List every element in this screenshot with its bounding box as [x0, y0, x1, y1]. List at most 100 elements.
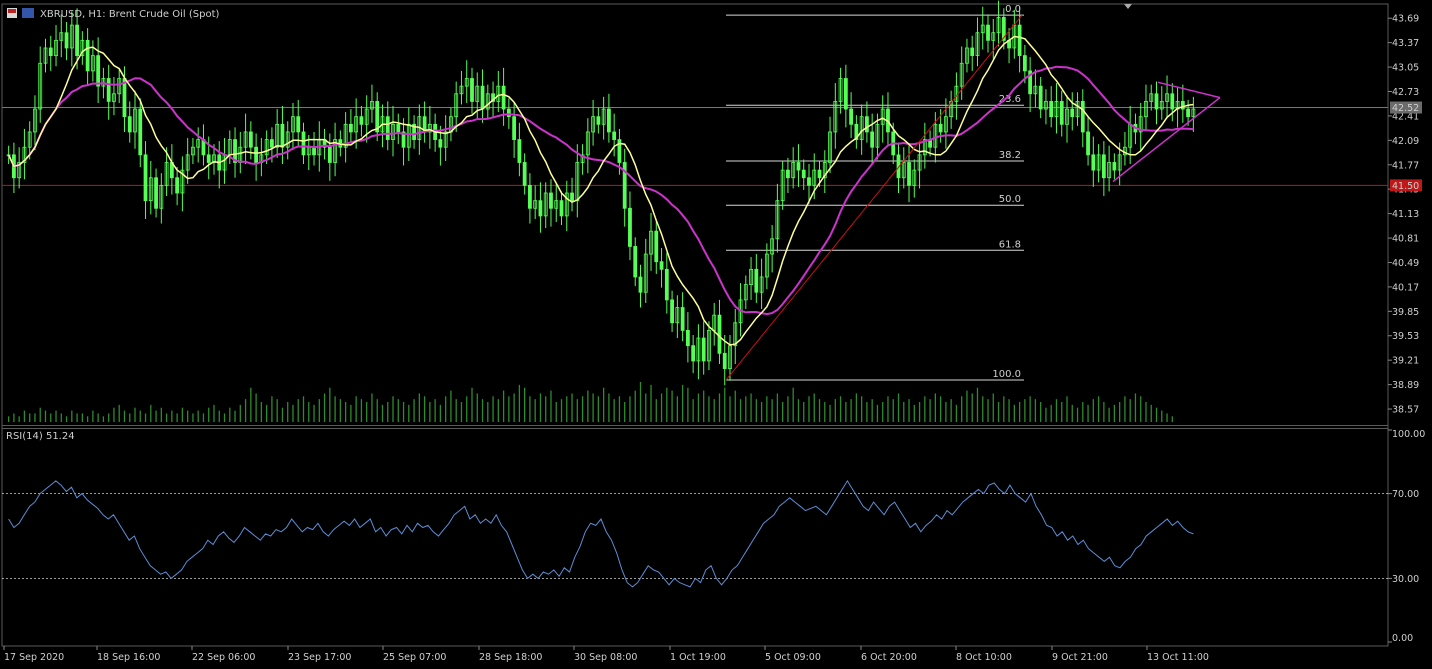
- time-tick-label: 1 Oct 19:00: [670, 652, 726, 663]
- candle-body: [754, 268, 759, 293]
- candle-body: [248, 131, 253, 148]
- candle-body: [907, 162, 911, 186]
- candle-body: [517, 139, 522, 163]
- candle-body: [396, 123, 401, 133]
- candle-body: [359, 116, 364, 125]
- price-candles: [6, 0, 1196, 386]
- candle-body: [1059, 101, 1064, 125]
- support-price-label: 41.50: [1392, 181, 1419, 192]
- time-tick-label: 13 Oct 11:00: [1147, 652, 1209, 663]
- price-axis[interactable]: 43.6943.3743.0542.7342.4142.0941.7741.45…: [1388, 14, 1425, 644]
- candle-body: [685, 330, 690, 347]
- candle-body: [522, 162, 527, 186]
- candle-body: [970, 47, 975, 57]
- candle-body: [506, 108, 511, 118]
- time-tick-label: 8 Oct 10:00: [956, 652, 1012, 663]
- candle-body: [1038, 85, 1043, 110]
- rsi-panel: [2, 479, 1388, 588]
- candle-body: [680, 307, 685, 331]
- candle-body: [849, 108, 854, 125]
- candle-body: [48, 47, 53, 57]
- candle-body: [206, 154, 211, 163]
- candle-body: [501, 85, 506, 110]
- candle-body: [254, 146, 259, 163]
- candle-body: [986, 24, 990, 41]
- candle-body: [280, 123, 285, 148]
- time-tick-label: 18 Sep 16:00: [97, 652, 160, 663]
- candle-body: [606, 108, 611, 133]
- candle-body: [138, 108, 143, 156]
- price-tick-label: 40.81: [1392, 234, 1419, 245]
- time-tick-label: 28 Sep 18:00: [479, 652, 542, 663]
- fib-level-label: 38.2: [999, 150, 1021, 161]
- rsi-tick-label: 30.00: [1392, 574, 1419, 585]
- chart-canvas[interactable]: 0.023.638.250.061.8100.0 43.6943.3743.05…: [0, 0, 1432, 666]
- price-tick-label: 43.05: [1392, 63, 1419, 74]
- candle-body: [1086, 131, 1090, 156]
- candle-body: [1070, 108, 1075, 118]
- candle-body: [659, 261, 664, 270]
- price-tick-label: 40.17: [1392, 282, 1419, 293]
- price-tick-label: 39.85: [1392, 307, 1419, 318]
- trading-chart-window[interactable]: 0.0 23.6 38.2 50.0 61.8 100.0 43.69 43.37 43.05…: [0, 0, 1432, 666]
- price-tick-label: 40.49: [1392, 258, 1419, 269]
- time-tick-label: 30 Sep 08:00: [574, 652, 637, 663]
- candle-body: [796, 162, 801, 171]
- volume-bars: [7, 382, 1173, 422]
- candle-body: [438, 139, 443, 148]
- price-tick-label: 38.89: [1392, 380, 1419, 391]
- candle-body: [633, 246, 638, 278]
- candle-body: [717, 314, 722, 354]
- fib-level-label: 0.0: [1005, 4, 1021, 15]
- time-axis[interactable]: 17 Sep 2020 18 Sep 16:00 22 Sep 06:00 23 Se…: [3, 646, 1209, 663]
- flag-icon: [8, 9, 16, 13]
- candle-body: [96, 55, 101, 87]
- candle-body: [1154, 93, 1159, 110]
- price-tick-label: 43.37: [1392, 38, 1419, 49]
- candle-body: [512, 116, 517, 140]
- drawn-objects[interactable]: [725, 14, 1221, 381]
- candle-body: [301, 131, 306, 156]
- price-tick-label: 41.13: [1392, 209, 1419, 220]
- flag-icon-alt: [22, 8, 34, 18]
- candle-body: [865, 116, 869, 133]
- candle-body: [106, 78, 111, 102]
- candle-body: [470, 78, 474, 102]
- price-tick-label: 42.73: [1392, 87, 1419, 98]
- candle-body: [1112, 162, 1117, 171]
- rsi-line: [8, 479, 1194, 588]
- candle-body: [670, 299, 674, 324]
- price-tick-label: 39.53: [1392, 331, 1419, 342]
- candle-body: [549, 192, 553, 209]
- candle-body: [1186, 108, 1191, 118]
- candle-body: [122, 78, 127, 118]
- candle-body: [559, 200, 564, 217]
- rsi-tick-label: 100.00: [1392, 429, 1425, 440]
- candle-body: [348, 123, 353, 133]
- candle-body: [664, 268, 669, 301]
- fib-level-label: 61.8: [999, 239, 1021, 250]
- time-tick-label: 17 Sep 2020: [4, 652, 64, 663]
- shift-marker-icon[interactable]: [1124, 4, 1132, 9]
- candle-body: [270, 139, 274, 148]
- candle-body: [654, 230, 659, 263]
- price-tick-label: 39.21: [1392, 356, 1419, 367]
- candle-body: [801, 169, 806, 179]
- current-price-label: 42.52: [1392, 103, 1419, 114]
- candle-body: [596, 116, 601, 125]
- ma-fast-line: [7, 35, 1194, 346]
- candle-body: [870, 131, 875, 148]
- candle-body: [638, 276, 643, 293]
- fibonacci-retracement[interactable]: 0.023.638.250.061.8100.0: [726, 4, 1024, 381]
- trend-line[interactable]: [725, 14, 1023, 381]
- moving-averages: [7, 35, 1194, 346]
- rsi-label: RSI(14) 51.24: [6, 431, 75, 442]
- price-tick-label: 41.77: [1392, 160, 1419, 171]
- time-tick-label: 6 Oct 20:00: [861, 652, 917, 663]
- candle-body: [722, 352, 727, 369]
- candle-body: [701, 337, 706, 362]
- candle-body: [938, 123, 943, 133]
- candle-body: [143, 154, 148, 202]
- candle-body: [1091, 154, 1096, 171]
- candle-body: [385, 116, 390, 140]
